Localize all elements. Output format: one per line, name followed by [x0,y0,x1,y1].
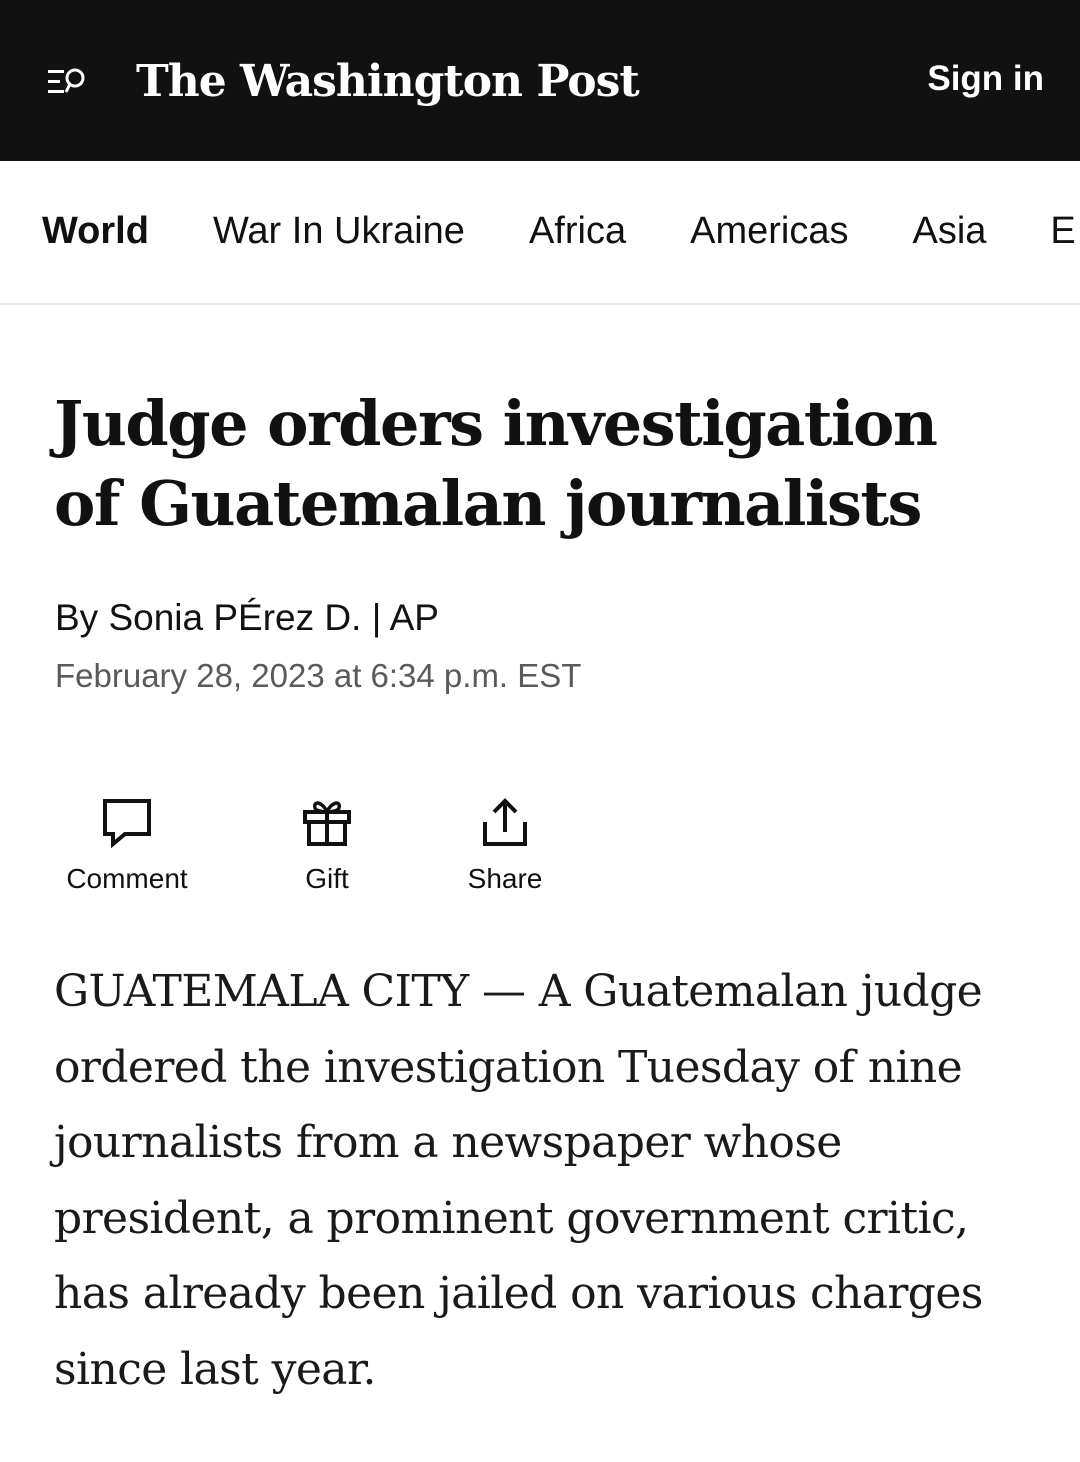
share-button[interactable]: Share [455,796,555,896]
byline-prefix: By [55,597,109,638]
article-actions: Comment Gift Share [0,796,1080,906]
comment-button[interactable]: Comment [62,796,192,896]
article-body-paragraph: GUATEMALA CITY — A Guatemalan judge orde… [54,966,983,1395]
section-nav-item-asia[interactable]: Asia [912,205,986,257]
gift-icon [303,801,351,846]
section-nav-item-africa[interactable]: Africa [529,205,626,257]
site-logo[interactable]: The Washington Post [136,50,640,114]
section-nav-item-truncated[interactable]: E [1050,205,1075,257]
article-headline: Judge orders investigation of Guatemalan… [54,387,938,540]
section-nav-item-americas[interactable]: Americas [690,205,848,257]
gift-button[interactable]: Gift [277,796,377,896]
comment-icon [103,799,151,848]
byline: By Sonia PÉrez D. | AP [55,594,439,642]
menu-search-button[interactable] [40,56,96,108]
publish-date: February 28, 2023 at 6:34 p.m. EST [55,657,582,694]
byline-source: AP [389,597,439,638]
comment-label: Comment [66,863,188,894]
author-link[interactable]: Sonia PÉrez D. [108,597,361,638]
gift-label: Gift [305,863,349,894]
section-nav-item-war-in-ukraine[interactable]: War In Ukraine [213,205,465,257]
sign-in-button[interactable]: Sign in [927,56,1044,102]
section-nav-item-world[interactable]: World [42,205,149,257]
share-icon [483,798,527,846]
share-label: Share [467,863,543,894]
menu-search-icon [48,68,85,93]
byline-separator: | [361,597,390,638]
section-nav: World War In Ukraine Africa Americas Asi… [0,161,1080,305]
top-header: The Washington Post Sign in [0,0,1080,161]
